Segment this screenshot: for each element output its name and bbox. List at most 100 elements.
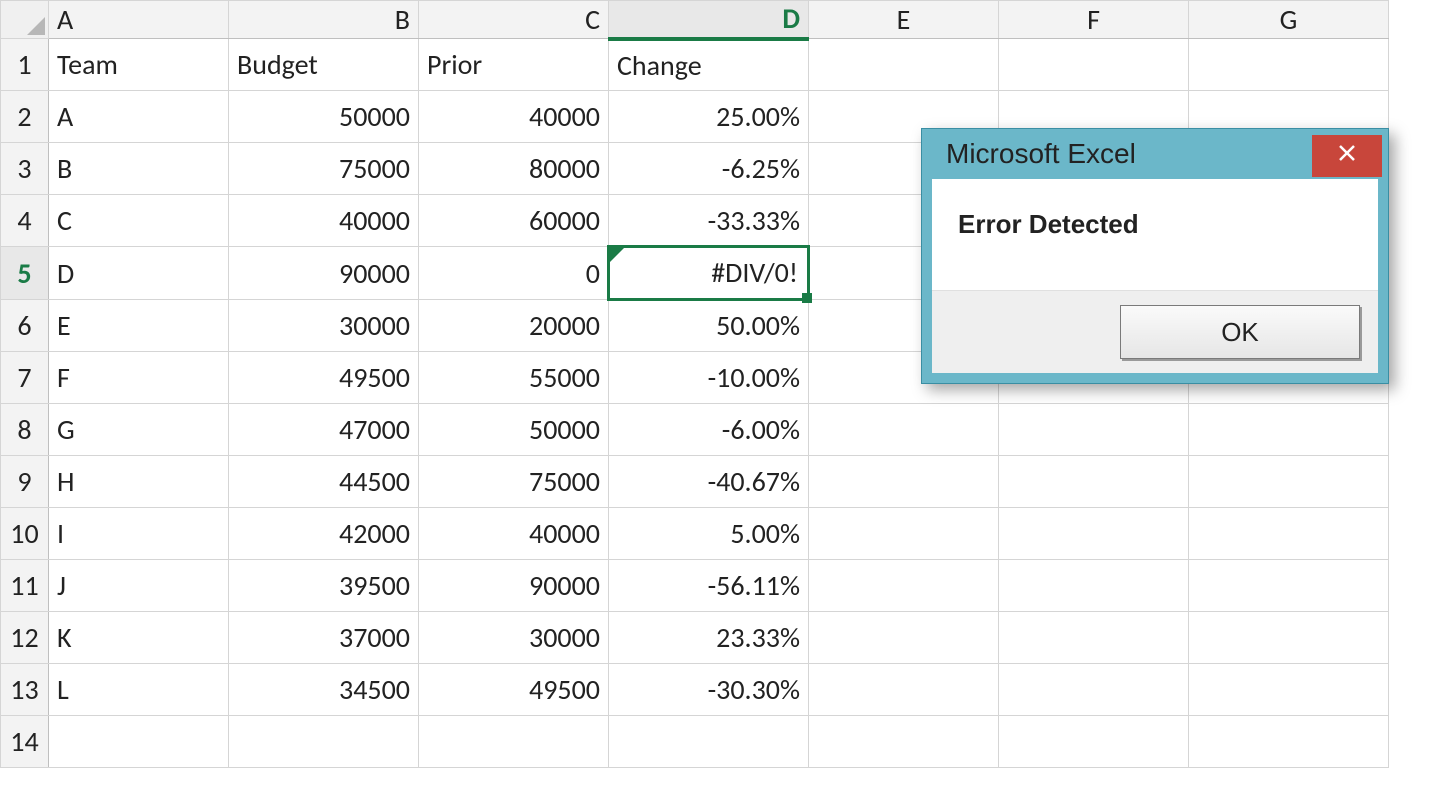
cell-E8[interactable] (809, 404, 999, 456)
cell-D2[interactable]: 25.00% (609, 91, 809, 143)
cell-D5[interactable]: #DIV/0! (609, 247, 809, 300)
cell-E14[interactable] (809, 716, 999, 768)
cell-C5[interactable]: 0 (419, 247, 609, 300)
col-header-C[interactable]: C (419, 1, 609, 39)
dialog-close-button[interactable] (1312, 135, 1382, 177)
cell-F11[interactable] (999, 560, 1189, 612)
cell-A14[interactable] (49, 716, 229, 768)
cell-A2[interactable]: A (49, 91, 229, 143)
cell-A11[interactable]: J (49, 560, 229, 612)
row-header-13[interactable]: 13 (1, 664, 49, 716)
cell-F1[interactable] (999, 39, 1189, 91)
cell-A13[interactable]: L (49, 664, 229, 716)
row-header-11[interactable]: 11 (1, 560, 49, 612)
cell-A7[interactable]: F (49, 352, 229, 404)
col-header-G[interactable]: G (1189, 1, 1389, 39)
row-header-1[interactable]: 1 (1, 39, 49, 91)
cell-C10[interactable]: 40000 (419, 508, 609, 560)
row-header-4[interactable]: 4 (1, 195, 49, 247)
cell-A9[interactable]: H (49, 456, 229, 508)
cell-D12[interactable]: 23.33% (609, 612, 809, 664)
cell-C6[interactable]: 20000 (419, 300, 609, 352)
row-header-14[interactable]: 14 (1, 716, 49, 768)
row-header-7[interactable]: 7 (1, 352, 49, 404)
cell-C2[interactable]: 40000 (419, 91, 609, 143)
cell-C12[interactable]: 30000 (419, 612, 609, 664)
cell-B9[interactable]: 44500 (229, 456, 419, 508)
cell-D8[interactable]: -6.00% (609, 404, 809, 456)
cell-C3[interactable]: 80000 (419, 143, 609, 195)
cell-D3[interactable]: -6.25% (609, 143, 809, 195)
select-all-corner[interactable] (1, 1, 49, 39)
cell-C4[interactable]: 60000 (419, 195, 609, 247)
cell-D9[interactable]: -40.67% (609, 456, 809, 508)
dialog-titlebar[interactable]: Microsoft Excel (922, 129, 1388, 179)
cell-B2[interactable]: 50000 (229, 91, 419, 143)
row-header-3[interactable]: 3 (1, 143, 49, 195)
spreadsheet-grid[interactable]: A B C D E F G 1 Team Budget Prior Change… (0, 0, 1389, 768)
cell-C9[interactable]: 75000 (419, 456, 609, 508)
cell-A12[interactable]: K (49, 612, 229, 664)
cell-G1[interactable] (1189, 39, 1389, 91)
cell-A5[interactable]: D (49, 247, 229, 300)
cell-B8[interactable]: 47000 (229, 404, 419, 456)
cell-E10[interactable] (809, 508, 999, 560)
cell-E1[interactable] (809, 39, 999, 91)
col-header-F[interactable]: F (999, 1, 1189, 39)
cell-B14[interactable] (229, 716, 419, 768)
cell-F9[interactable] (999, 456, 1189, 508)
col-header-D[interactable]: D (609, 1, 809, 39)
cell-E9[interactable] (809, 456, 999, 508)
row-header-9[interactable]: 9 (1, 456, 49, 508)
cell-B13[interactable]: 34500 (229, 664, 419, 716)
col-header-A[interactable]: A (49, 1, 229, 39)
cell-C1[interactable]: Prior (419, 39, 609, 91)
cell-D14[interactable] (609, 716, 809, 768)
cell-A6[interactable]: E (49, 300, 229, 352)
cell-F10[interactable] (999, 508, 1189, 560)
dialog-ok-button[interactable]: OK (1120, 305, 1360, 359)
row-header-12[interactable]: 12 (1, 612, 49, 664)
cell-C14[interactable] (419, 716, 609, 768)
cell-C13[interactable]: 49500 (419, 664, 609, 716)
col-header-E[interactable]: E (809, 1, 999, 39)
cell-D1[interactable]: Change (609, 39, 809, 91)
cell-A8[interactable]: G (49, 404, 229, 456)
cell-G8[interactable] (1189, 404, 1389, 456)
cell-E12[interactable] (809, 612, 999, 664)
cell-G10[interactable] (1189, 508, 1389, 560)
cell-F14[interactable] (999, 716, 1189, 768)
cell-F12[interactable] (999, 612, 1189, 664)
cell-D11[interactable]: -56.11% (609, 560, 809, 612)
cell-G13[interactable] (1189, 664, 1389, 716)
cell-D6[interactable]: 50.00% (609, 300, 809, 352)
cell-E11[interactable] (809, 560, 999, 612)
cell-B5[interactable]: 90000 (229, 247, 419, 300)
col-header-B[interactable]: B (229, 1, 419, 39)
cell-C8[interactable]: 50000 (419, 404, 609, 456)
cell-D4[interactable]: -33.33% (609, 195, 809, 247)
row-header-8[interactable]: 8 (1, 404, 49, 456)
cell-B11[interactable]: 39500 (229, 560, 419, 612)
row-header-5[interactable]: 5 (1, 247, 49, 300)
cell-D7[interactable]: -10.00% (609, 352, 809, 404)
cell-A1[interactable]: Team (49, 39, 229, 91)
cell-F13[interactable] (999, 664, 1189, 716)
row-header-6[interactable]: 6 (1, 300, 49, 352)
cell-G9[interactable] (1189, 456, 1389, 508)
cell-B1[interactable]: Budget (229, 39, 419, 91)
cell-B4[interactable]: 40000 (229, 195, 419, 247)
row-header-10[interactable]: 10 (1, 508, 49, 560)
cell-G14[interactable] (1189, 716, 1389, 768)
row-header-2[interactable]: 2 (1, 91, 49, 143)
cell-G11[interactable] (1189, 560, 1389, 612)
cell-B3[interactable]: 75000 (229, 143, 419, 195)
cell-B12[interactable]: 37000 (229, 612, 419, 664)
cell-A10[interactable]: I (49, 508, 229, 560)
cell-C7[interactable]: 55000 (419, 352, 609, 404)
cell-E13[interactable] (809, 664, 999, 716)
cell-D10[interactable]: 5.00% (609, 508, 809, 560)
cell-A4[interactable]: C (49, 195, 229, 247)
cell-B10[interactable]: 42000 (229, 508, 419, 560)
cell-B6[interactable]: 30000 (229, 300, 419, 352)
